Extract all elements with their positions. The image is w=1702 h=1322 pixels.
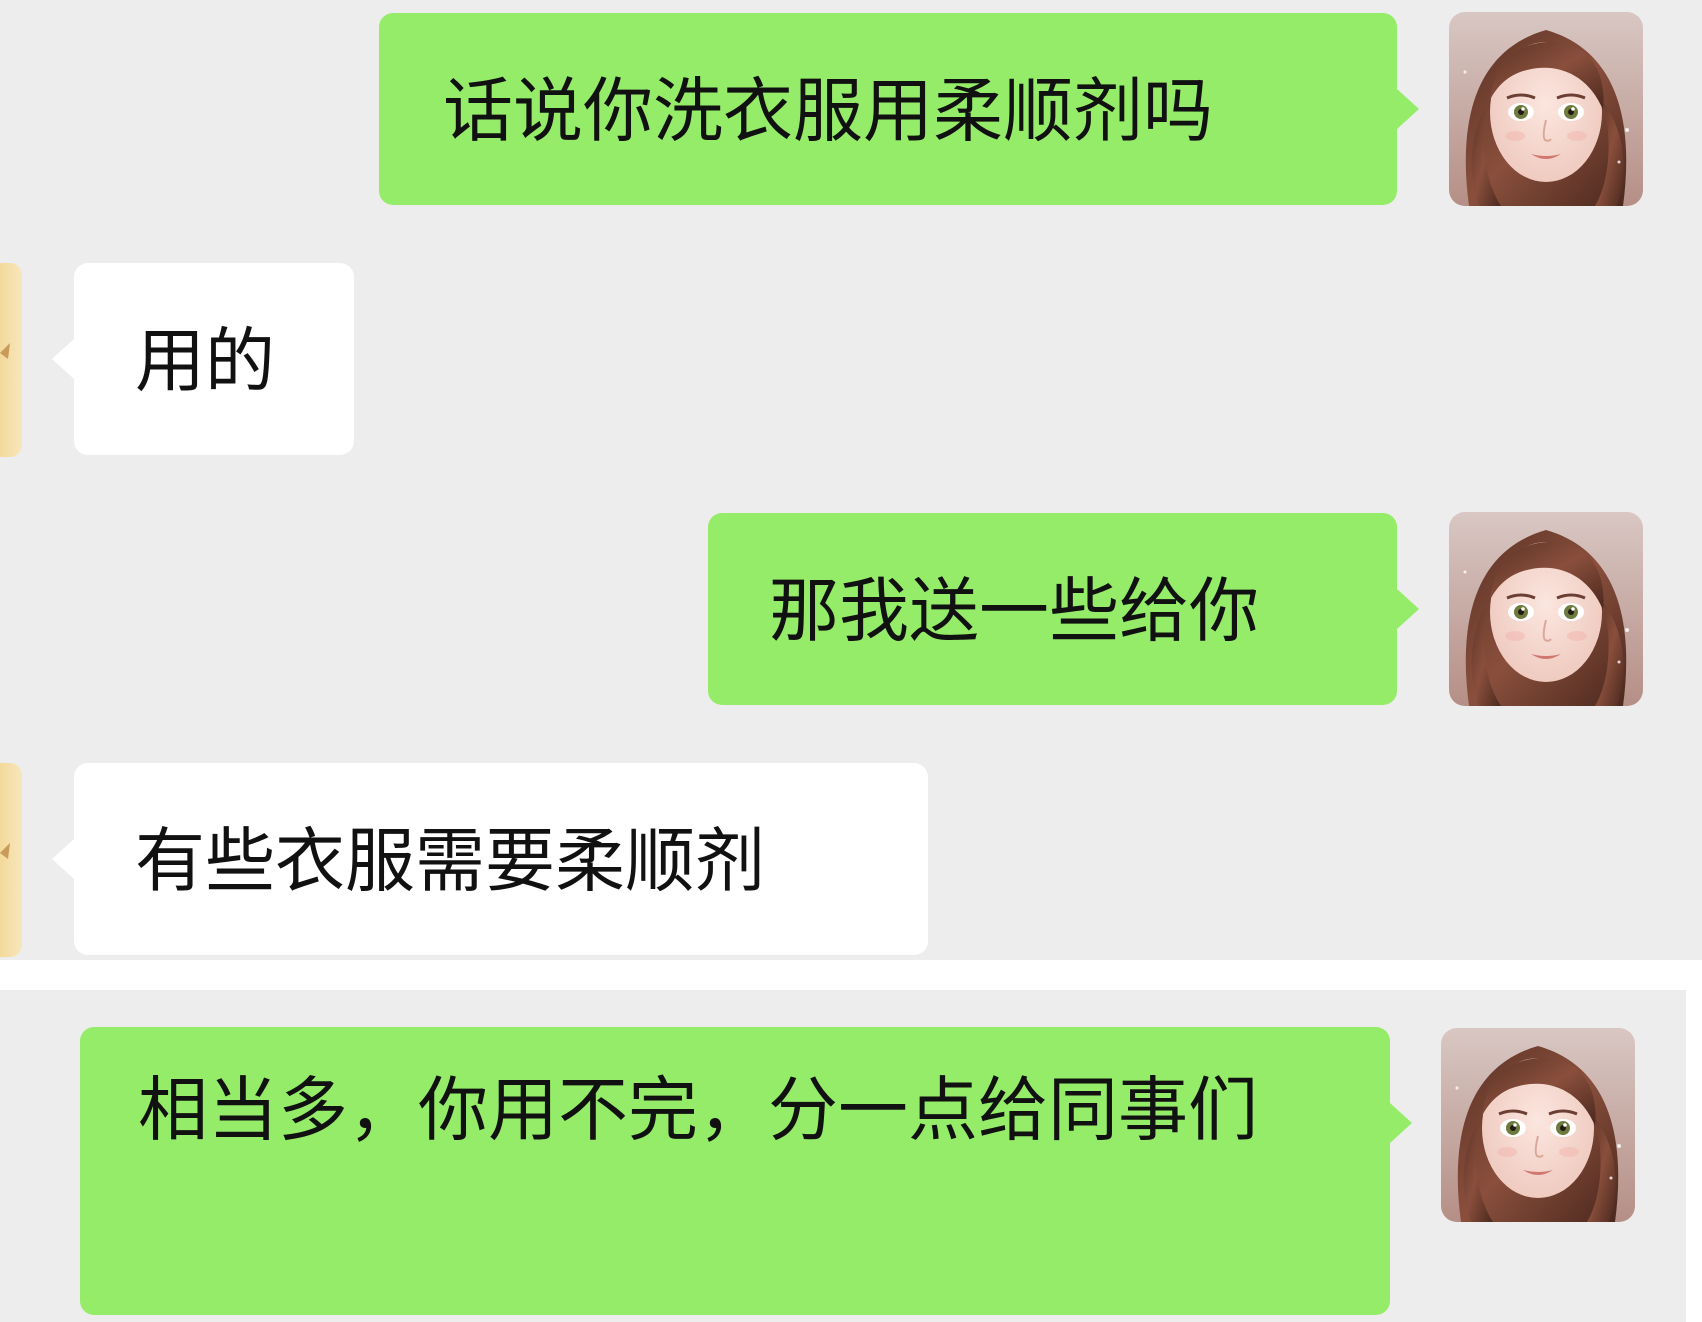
my-avatar-icon[interactable] [1449, 512, 1643, 706]
bubble-tail [1390, 1103, 1412, 1143]
message-text: 相当多，你用不完，分一点给同事们 [138, 1069, 1258, 1151]
their-avatar-icon[interactable] [0, 263, 22, 457]
bubble-tail [52, 339, 74, 379]
message-text: 话说你洗衣服用柔顺剂吗 [443, 70, 1213, 152]
message-text: 用的 [135, 320, 275, 402]
bubble-tail [1397, 589, 1419, 629]
message-text: 那我送一些给你 [769, 570, 1259, 652]
my-avatar-icon[interactable] [1449, 12, 1643, 206]
message-bubble-sent[interactable]: 相当多，你用不完，分一点给同事们 [80, 1027, 1390, 1315]
message-bubble-sent[interactable]: 那我送一些给你 [708, 513, 1397, 705]
chat-panel-top: 话说你洗衣服用柔顺剂吗 用的 那我送一些给你 有些衣服需要柔顺剂 [0, 0, 1702, 960]
chat-panel-bottom: 相当多，你用不完，分一点给同事们 [0, 990, 1686, 1322]
message-text: 有些衣服需要柔顺剂 [135, 820, 765, 902]
message-bubble-received[interactable]: 有些衣服需要柔顺剂 [74, 763, 928, 955]
message-bubble-sent[interactable]: 话说你洗衣服用柔顺剂吗 [379, 13, 1397, 205]
bubble-tail [52, 839, 74, 879]
bubble-tail [1397, 89, 1419, 129]
message-bubble-received[interactable]: 用的 [74, 263, 354, 455]
their-avatar-icon[interactable] [0, 763, 22, 957]
my-avatar-icon[interactable] [1441, 1028, 1635, 1222]
